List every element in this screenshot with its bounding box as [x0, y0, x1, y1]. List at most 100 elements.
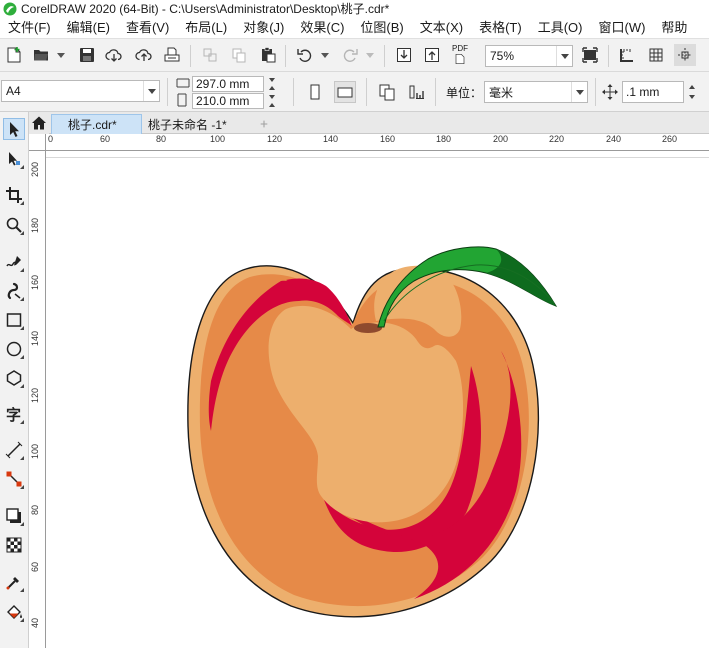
parallel-dimension-tool-button[interactable]	[3, 439, 25, 461]
rectangle-tool-button[interactable]	[3, 309, 25, 331]
cut-button[interactable]	[199, 44, 221, 66]
spin-up-icon[interactable]	[266, 101, 278, 109]
spin-down-icon[interactable]	[266, 76, 278, 84]
tab-document-1[interactable]: 桃子.cdr*	[51, 114, 142, 134]
menu-object[interactable]: 对象(J)	[235, 17, 292, 38]
page-width-spinner[interactable]	[266, 76, 278, 92]
show-grid-button[interactable]	[645, 44, 667, 66]
page-size-dropdown-arrow[interactable]	[143, 81, 159, 101]
tab-document-2[interactable]: 桃子未命名 -1*	[142, 114, 254, 134]
page-size-select[interactable]: A4	[1, 80, 160, 102]
spin-up-icon[interactable]	[686, 82, 698, 92]
nudge-distance-spinner[interactable]	[686, 82, 698, 102]
flyout-indicator	[20, 456, 24, 460]
artistic-media-tool-button[interactable]	[3, 280, 25, 302]
spin-down-icon[interactable]	[266, 93, 278, 101]
landscape-button[interactable]	[334, 81, 356, 103]
ellipse-tool-button[interactable]	[3, 338, 25, 360]
all-pages-icon	[379, 84, 395, 101]
import-icon	[397, 48, 411, 62]
print-button[interactable]	[161, 44, 183, 66]
redo-dropdown-arrow[interactable]	[366, 52, 374, 60]
portrait-button[interactable]	[304, 81, 326, 103]
peach-illustration[interactable]	[46, 151, 709, 648]
drawing-canvas[interactable]	[46, 151, 709, 648]
horizontal-ruler[interactable]: 0 60 80 100 120 140 160 180 200 220 240 …	[46, 134, 709, 151]
menu-text[interactable]: 文本(X)	[412, 17, 471, 38]
polygon-tool-button[interactable]	[3, 367, 25, 389]
menu-view[interactable]: 查看(V)	[118, 17, 177, 38]
paste-button[interactable]	[257, 44, 279, 66]
text-tool-button[interactable]: 字	[3, 403, 25, 425]
ruler-label: 100	[30, 443, 40, 459]
ruler-label: 240	[606, 134, 622, 144]
shape-tool-button[interactable]	[3, 148, 25, 170]
pdf-icon	[455, 54, 465, 64]
save-button[interactable]	[76, 44, 98, 66]
undo-button[interactable]	[294, 44, 316, 66]
menu-effects[interactable]: 效果(C)	[292, 17, 352, 38]
open-document-button[interactable]	[30, 44, 52, 66]
new-tab-button[interactable]	[254, 114, 274, 134]
export-button[interactable]	[421, 44, 443, 66]
page-width-icon	[176, 78, 190, 88]
undo-icon	[297, 49, 312, 62]
page-width-field[interactable]: 297.0 mm	[192, 76, 264, 92]
transparency-tool-button[interactable]	[3, 534, 25, 556]
menu-layout[interactable]: 布局(L)	[177, 17, 235, 38]
ruler-label: 180	[436, 134, 452, 144]
eyedropper-tool-button[interactable]	[3, 571, 25, 593]
ruler-label: 140	[30, 330, 40, 346]
publish-pdf-button[interactable]: PDF	[449, 44, 471, 66]
menu-file[interactable]: 文件(F)	[0, 17, 59, 38]
menu-table[interactable]: 表格(T)	[471, 17, 530, 38]
spin-down-icon[interactable]	[686, 92, 698, 102]
menu-bitmaps[interactable]: 位图(B)	[352, 17, 411, 38]
crop-tool-button[interactable]	[3, 184, 25, 206]
toolbar-separator	[190, 45, 191, 67]
zoom-level-select[interactable]: 75%	[485, 45, 573, 67]
redo-button[interactable]	[339, 44, 361, 66]
current-page-button[interactable]	[405, 81, 427, 103]
copy-button[interactable]	[228, 44, 250, 66]
import-button[interactable]	[393, 44, 415, 66]
copy-icon	[232, 48, 246, 63]
page-height-field[interactable]: 210.0 mm	[192, 93, 264, 109]
new-document-button[interactable]	[3, 44, 25, 66]
freehand-tool-button[interactable]	[3, 251, 25, 273]
cloud-download-button[interactable]	[103, 44, 125, 66]
ruler-origin[interactable]	[29, 134, 46, 151]
spin-up-icon[interactable]	[266, 84, 278, 92]
units-dropdown-arrow[interactable]	[571, 82, 587, 102]
units-select[interactable]: 毫米	[484, 81, 588, 103]
ruler-label: 60	[30, 561, 40, 572]
show-rulers-button[interactable]	[616, 44, 638, 66]
interactive-fill-tool-button[interactable]	[3, 601, 25, 623]
chevron-down-icon	[57, 53, 65, 58]
drop-shadow-tool-button[interactable]	[3, 505, 25, 527]
paste-icon	[262, 47, 276, 63]
ruler-label: 160	[30, 274, 40, 290]
vertical-ruler[interactable]: 200 180 160 140 120 100 80 60 40	[29, 151, 46, 648]
zoom-dropdown-arrow[interactable]	[556, 46, 572, 66]
connector-tool-button[interactable]	[3, 468, 25, 490]
cloud-download-icon	[105, 49, 122, 62]
nudge-distance-field[interactable]: .1 mm	[622, 81, 684, 103]
menu-tools[interactable]: 工具(O)	[530, 17, 591, 38]
toolbar-separator	[595, 78, 596, 106]
cloud-upload-button[interactable]	[133, 44, 155, 66]
undo-dropdown-arrow[interactable]	[321, 52, 329, 60]
open-dropdown-arrow[interactable]	[57, 52, 65, 60]
all-pages-button[interactable]	[376, 81, 398, 103]
pick-tool-button[interactable]	[3, 118, 25, 140]
show-guidelines-button[interactable]	[674, 44, 696, 66]
page-height-spinner[interactable]	[266, 93, 278, 109]
menu-window[interactable]: 窗口(W)	[590, 17, 653, 38]
zoom-tool-button[interactable]	[3, 214, 25, 236]
welcome-screen-button[interactable]	[29, 112, 49, 134]
menu-help[interactable]: 帮助	[653, 17, 695, 38]
menu-edit[interactable]: 编辑(E)	[59, 17, 118, 38]
ruler-label: 200	[30, 161, 40, 177]
open-folder-icon	[34, 50, 48, 61]
full-screen-button[interactable]	[579, 44, 601, 66]
